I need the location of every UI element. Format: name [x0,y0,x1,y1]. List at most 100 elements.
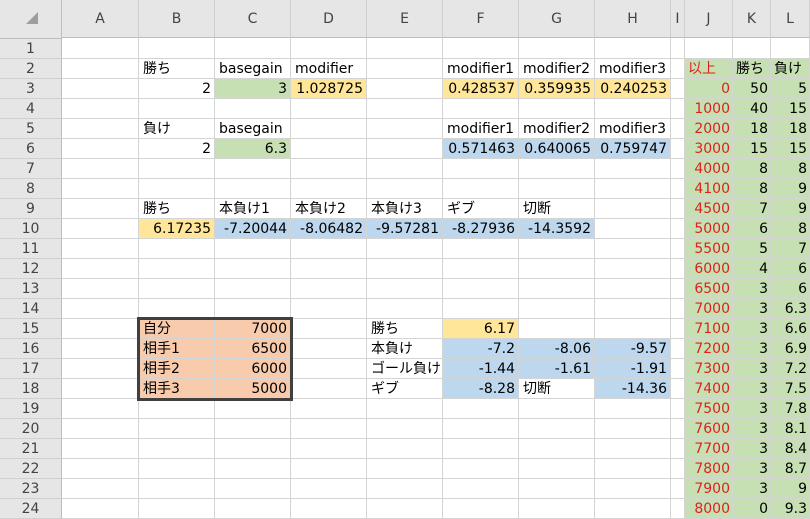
row-header-23[interactable]: 23 [0,479,62,499]
cell-j23[interactable]: 7900 [685,479,733,499]
row-header-17[interactable]: 17 [0,359,62,379]
cell-f9[interactable]: ギブ [443,199,519,219]
cell-c3[interactable]: 3 [215,79,291,99]
row-header-9[interactable]: 9 [0,199,62,219]
cell-l16[interactable]: 6.9 [771,339,810,359]
cell-l20[interactable]: 8.1 [771,419,810,439]
cell-f3[interactable]: 0.428537 [443,79,519,99]
cell-j14[interactable]: 7000 [685,299,733,319]
row-header-7[interactable]: 7 [0,159,62,179]
cell-k18[interactable]: 3 [733,379,771,399]
cell-k10[interactable]: 6 [733,219,771,239]
cell-d2[interactable]: modifier [291,59,367,79]
cell-k20[interactable]: 3 [733,419,771,439]
cell-l15[interactable]: 6.6 [771,319,810,339]
row-header-24[interactable]: 24 [0,499,62,519]
cell-e15[interactable]: 勝ち [367,319,443,339]
column-header-d[interactable]: D [291,0,367,38]
cell-l14[interactable]: 6.3 [771,299,810,319]
cell-j3[interactable]: 0 [685,79,733,99]
cell-b10[interactable]: 6.17235 [139,219,215,239]
cell-b9[interactable]: 勝ち [139,199,215,219]
cell-j4[interactable]: 1000 [685,99,733,119]
cell-g18[interactable]: 切断 [519,379,595,399]
cell-g5[interactable]: modifier2 [519,119,595,139]
cell-j20[interactable]: 7600 [685,419,733,439]
cell-d9[interactable]: 本負け2 [291,199,367,219]
cell-j16[interactable]: 7200 [685,339,733,359]
cell-g2[interactable]: modifier2 [519,59,595,79]
cell-k7[interactable]: 8 [733,159,771,179]
cell-k15[interactable]: 3 [733,319,771,339]
row-header-16[interactable]: 16 [0,339,62,359]
row-header-3[interactable]: 3 [0,79,62,99]
cell-e9[interactable]: 本負け3 [367,199,443,219]
column-header-i[interactable]: I [671,0,685,38]
cell-k5[interactable]: 18 [733,119,771,139]
cell-j9[interactable]: 4500 [685,199,733,219]
cell-f15[interactable]: 6.17 [443,319,519,339]
row-header-13[interactable]: 13 [0,279,62,299]
cell-l24[interactable]: 9.3 [771,499,810,519]
cell-l18[interactable]: 7.5 [771,379,810,399]
cell-h16[interactable]: -9.57 [595,339,671,359]
cell-l5[interactable]: 18 [771,119,810,139]
cell-f10[interactable]: -8.27936 [443,219,519,239]
cell-g10[interactable]: -14.3592 [519,219,595,239]
column-header-l[interactable]: L [771,0,810,38]
cell-h18[interactable]: -14.36 [595,379,671,399]
cell-k11[interactable]: 5 [733,239,771,259]
cell-b2[interactable]: 勝ち [139,59,215,79]
cell-k3[interactable]: 50 [733,79,771,99]
cell-e17[interactable]: ゴール負け [367,359,443,379]
cell-h2[interactable]: modifier3 [595,59,671,79]
cell-g3[interactable]: 0.359935 [519,79,595,99]
row-header-22[interactable]: 22 [0,459,62,479]
column-header-k[interactable]: K [733,0,771,38]
row-header-10[interactable]: 10 [0,219,62,239]
cell-k23[interactable]: 3 [733,479,771,499]
cell-g17[interactable]: -1.61 [519,359,595,379]
cell-j2[interactable]: 以上 [685,59,733,79]
cell-k4[interactable]: 40 [733,99,771,119]
column-header-b[interactable]: B [139,0,215,38]
cell-j22[interactable]: 7800 [685,459,733,479]
row-header-1[interactable]: 1 [0,39,62,59]
cell-h3[interactable]: 0.240253 [595,79,671,99]
cell-f18[interactable]: -8.28 [443,379,519,399]
row-header-18[interactable]: 18 [0,379,62,399]
cell-k17[interactable]: 3 [733,359,771,379]
cell-k6[interactable]: 15 [733,139,771,159]
cell-c5[interactable]: basegain [215,119,291,139]
cell-l4[interactable]: 15 [771,99,810,119]
cell-j5[interactable]: 2000 [685,119,733,139]
cell-c10[interactable]: -7.20044 [215,219,291,239]
cell-e10[interactable]: -9.57281 [367,219,443,239]
cell-k21[interactable]: 3 [733,439,771,459]
cell-j18[interactable]: 7400 [685,379,733,399]
cell-l2[interactable]: 負け [771,59,810,79]
cell-j17[interactable]: 7300 [685,359,733,379]
cell-k19[interactable]: 3 [733,399,771,419]
cell-g16[interactable]: -8.06 [519,339,595,359]
cell-l8[interactable]: 9 [771,179,810,199]
cell-d10[interactable]: -8.06482 [291,219,367,239]
cell-f6[interactable]: 0.571463 [443,139,519,159]
cell-e18[interactable]: ギブ [367,379,443,399]
cell-j19[interactable]: 7500 [685,399,733,419]
cell-j7[interactable]: 4000 [685,159,733,179]
row-header-4[interactable]: 4 [0,99,62,119]
column-header-e[interactable]: E [367,0,443,38]
cell-l19[interactable]: 7.8 [771,399,810,419]
cell-l6[interactable]: 15 [771,139,810,159]
cell-g9[interactable]: 切断 [519,199,595,219]
row-header-21[interactable]: 21 [0,439,62,459]
cell-l13[interactable]: 6 [771,279,810,299]
cell-l21[interactable]: 8.4 [771,439,810,459]
cell-l23[interactable]: 9 [771,479,810,499]
cell-k16[interactable]: 3 [733,339,771,359]
row-header-12[interactable]: 12 [0,259,62,279]
cell-j21[interactable]: 7700 [685,439,733,459]
row-header-6[interactable]: 6 [0,139,62,159]
column-header-h[interactable]: H [595,0,671,38]
